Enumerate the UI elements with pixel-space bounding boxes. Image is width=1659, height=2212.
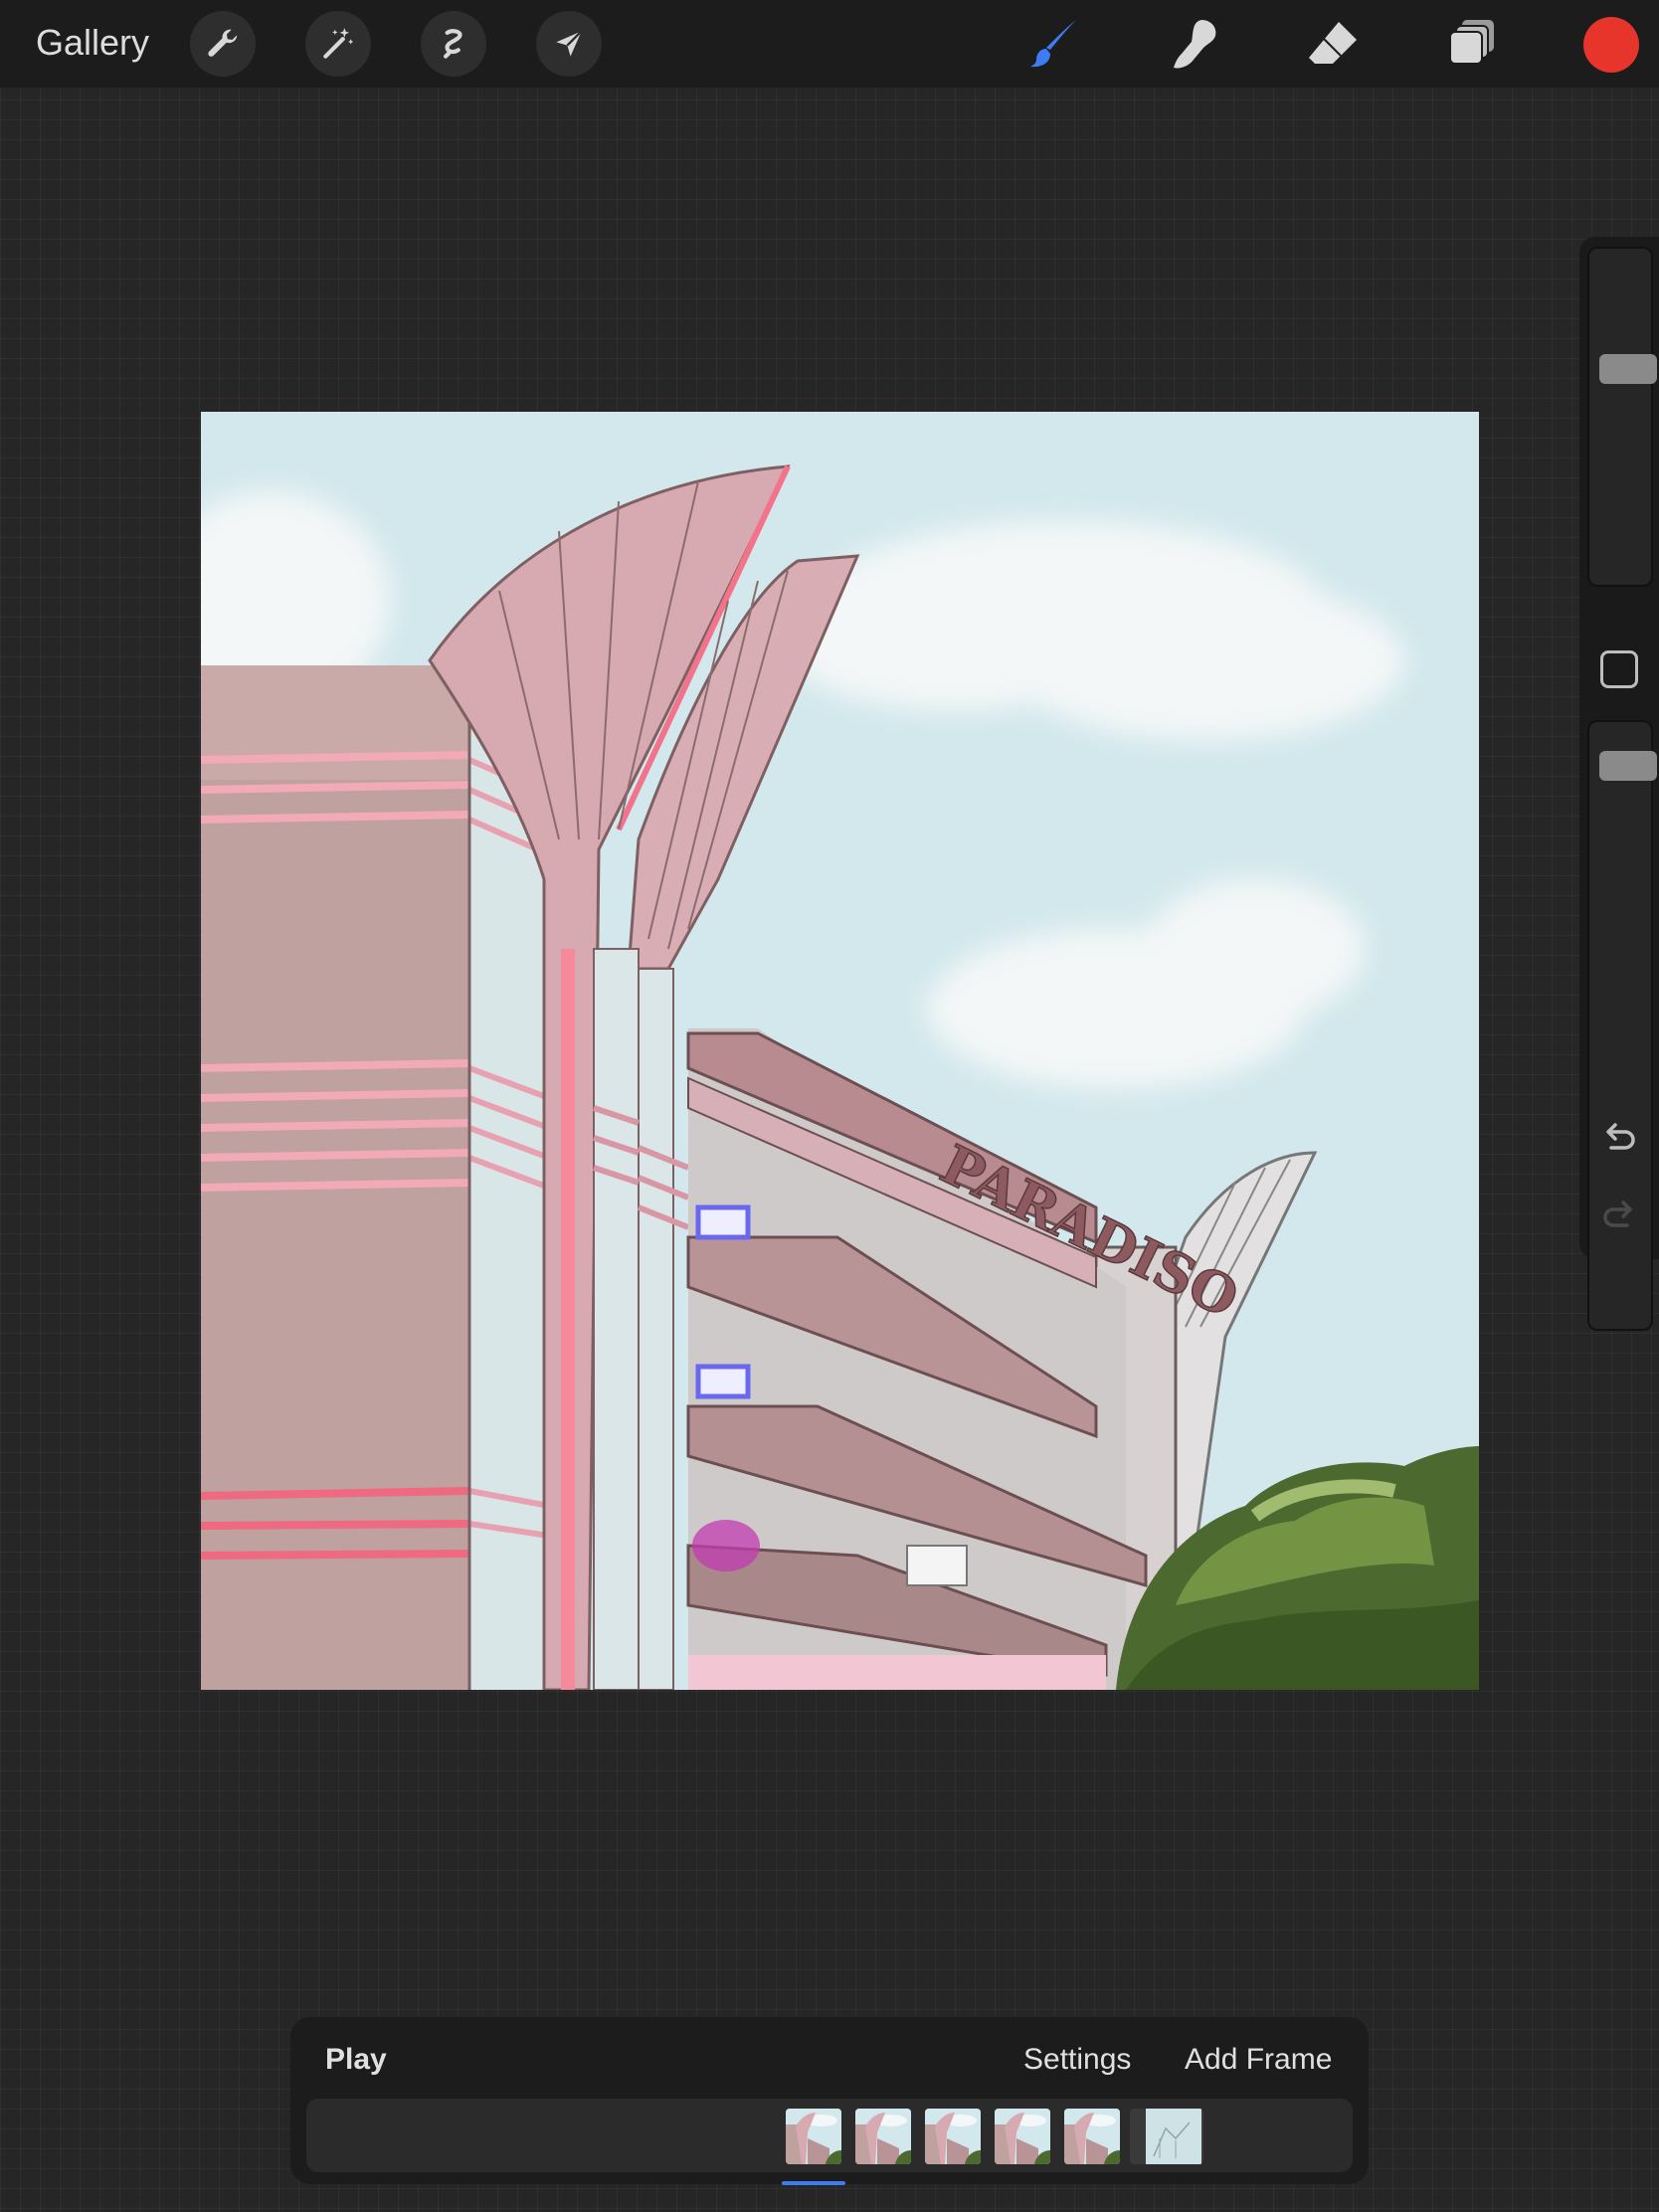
selection-button[interactable] (421, 11, 486, 77)
frame-thumbnail[interactable] (1130, 2109, 1203, 2164)
redo-icon[interactable] (1597, 1194, 1641, 1237)
brush-button[interactable] (1024, 14, 1084, 74)
eraser-button[interactable] (1303, 14, 1363, 74)
brush-icon (1030, 20, 1076, 68)
brush-size-handle[interactable] (1599, 354, 1657, 384)
frame-thumbnail[interactable] (995, 2109, 1050, 2164)
animation-assist-panel: Play Settings Add Frame (290, 2017, 1369, 2185)
brush-size-slider[interactable] (1587, 247, 1657, 587)
smudge-icon (1174, 20, 1216, 69)
drawing-canvas[interactable]: PARADISO (201, 412, 1479, 1690)
actions-button[interactable] (190, 11, 256, 77)
smudge-button[interactable] (1164, 14, 1223, 74)
eraser-icon (1309, 22, 1357, 64)
opacity-handle[interactable] (1599, 751, 1657, 781)
transform-arrow-icon (556, 30, 583, 57)
magic-wand-icon (323, 28, 354, 59)
gallery-button[interactable]: Gallery (36, 22, 149, 64)
selected-frame-indicator (782, 2181, 845, 2185)
sidebar (1579, 237, 1659, 1331)
play-button[interactable]: Play (325, 2043, 387, 2077)
opacity-slider[interactable] (1587, 720, 1657, 1331)
frame-timeline[interactable] (306, 2099, 1353, 2172)
frame-thumbnail[interactable] (1064, 2109, 1120, 2164)
animation-settings-button[interactable]: Settings (1023, 2043, 1131, 2077)
frame-thumbnail[interactable] (786, 2109, 841, 2164)
selection-icon (444, 29, 462, 59)
top-toolbar: Gallery (0, 0, 1659, 88)
transform-button[interactable] (536, 11, 602, 77)
undo-icon[interactable] (1597, 1116, 1641, 1160)
artwork-illustration: PARADISO (201, 412, 1479, 1690)
wrench-icon (208, 29, 238, 57)
add-frame-button[interactable]: Add Frame (1185, 2043, 1332, 2077)
frame-thumbnail[interactable] (855, 2109, 911, 2164)
modify-button-icon[interactable] (1600, 650, 1638, 688)
adjustments-button[interactable] (305, 11, 371, 77)
layers-icon (1449, 20, 1494, 65)
frame-thumbnail[interactable] (925, 2109, 981, 2164)
color-picker-button[interactable] (1583, 17, 1639, 73)
layers-button[interactable] (1442, 14, 1502, 74)
left-tower (201, 665, 551, 1690)
